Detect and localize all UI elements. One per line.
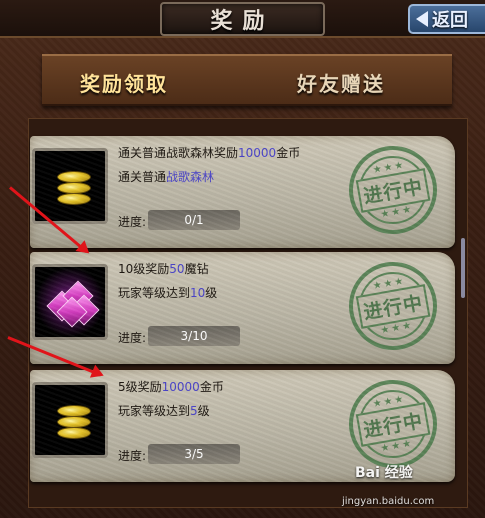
progress-label: 进度: bbox=[118, 215, 147, 229]
reward-card[interactable]: 通关普通战歌森林奖励10000金币 通关普通战歌森林 进度: 0/1 ★★★ 进… bbox=[30, 136, 455, 248]
reward-title: 10级奖励50魔钻 bbox=[118, 262, 209, 276]
back-button[interactable]: 返回 bbox=[408, 4, 485, 34]
tab-bar: 奖励领取 好友赠送 bbox=[42, 54, 452, 106]
reward-condition: 玩家等级达到10级 bbox=[118, 286, 218, 300]
in-progress-stamp: ★★★ 进行中 ★★★ bbox=[342, 373, 444, 475]
reward-icon-frame bbox=[32, 264, 108, 340]
gold-coin-icon bbox=[57, 171, 91, 207]
in-progress-stamp: ★★★ 进行中 ★★★ bbox=[342, 139, 444, 241]
progress-label: 进度: bbox=[118, 449, 147, 463]
reward-title: 通关普通战歌森林奖励10000金币 bbox=[118, 146, 301, 160]
watermark-url: jingyan.baidu.com bbox=[342, 496, 435, 507]
reward-title: 5级奖励10000金币 bbox=[118, 380, 224, 394]
magic-diamond-icon bbox=[46, 280, 100, 328]
gold-coin-icon bbox=[57, 405, 91, 441]
tab-reward-claim[interactable]: 奖励领取 bbox=[80, 68, 168, 97]
progress-value: 3/10 bbox=[148, 326, 240, 346]
reward-condition: 通关普通战歌森林 bbox=[118, 170, 215, 184]
back-arrow-icon bbox=[416, 11, 428, 27]
tab-friend-gift[interactable]: 好友赠送 bbox=[297, 68, 385, 97]
progress-value: 3/5 bbox=[148, 444, 240, 464]
title-plate: 奖励 bbox=[160, 2, 325, 36]
reward-card[interactable]: 10级奖励50魔钻 玩家等级达到10级 进度: 3/10 ★★★ 进行中 ★★★ bbox=[30, 252, 455, 364]
scrollbar[interactable] bbox=[461, 238, 465, 298]
reward-condition: 玩家等级达到5级 bbox=[118, 404, 210, 418]
watermark-logo: Bai 经验 bbox=[355, 465, 413, 481]
progress-label: 进度: bbox=[118, 331, 147, 345]
back-button-label: 返回 bbox=[432, 10, 468, 31]
progress-value: 0/1 bbox=[148, 210, 240, 230]
reward-icon-frame bbox=[32, 382, 108, 458]
page-title: 奖励 bbox=[210, 9, 275, 34]
in-progress-stamp: ★★★ 进行中 ★★★ bbox=[342, 255, 444, 357]
